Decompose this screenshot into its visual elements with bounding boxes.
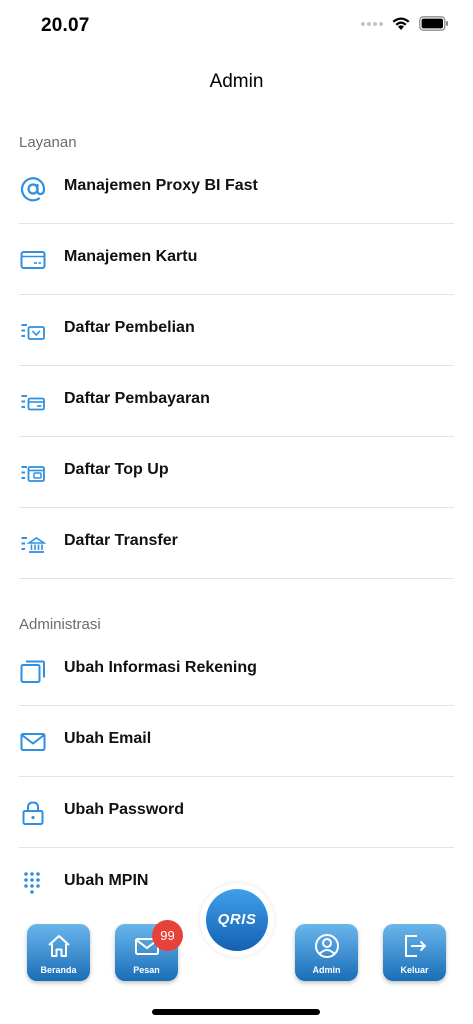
tab-label: Beranda xyxy=(40,965,77,975)
qris-button[interactable]: QRIS xyxy=(200,883,274,957)
menu-item-daftar-pembelian[interactable]: Daftar Pembelian xyxy=(0,295,454,366)
list-transfer-icon xyxy=(21,537,46,553)
menu-item-label: Daftar Top Up xyxy=(64,461,169,478)
menu-item-daftar-pembayaran[interactable]: Daftar Pembayaran xyxy=(0,366,454,437)
menu-item-label: Ubah MPIN xyxy=(64,872,149,889)
list-payment-icon xyxy=(21,395,45,411)
email-icon xyxy=(20,733,46,751)
keypad-icon xyxy=(24,872,40,894)
section-title-administrasi: Administrasi xyxy=(19,616,101,633)
logout-icon xyxy=(405,935,427,957)
at-icon xyxy=(20,177,46,202)
message-badge: 99 xyxy=(152,920,183,951)
list-purchase-icon xyxy=(21,324,45,340)
account-info-icon xyxy=(20,660,45,683)
menu-item-ubah-informasi-rekening[interactable]: Ubah Informasi Rekening xyxy=(0,635,454,706)
menu-item-label: Daftar Pembayaran xyxy=(64,390,210,407)
tab-keluar[interactable]: Keluar xyxy=(383,924,446,981)
status-icons xyxy=(361,16,449,31)
tab-admin[interactable]: Admin xyxy=(295,924,358,981)
menu-item-label: Manajemen Proxy BI Fast xyxy=(64,177,258,194)
lock-icon xyxy=(22,801,44,825)
tab-label: Pesan xyxy=(133,965,160,975)
menu-item-daftar-top-up[interactable]: Daftar Top Up xyxy=(0,437,454,508)
home-icon xyxy=(48,935,70,957)
list-topup-icon xyxy=(21,466,45,482)
status-time: 20.07 xyxy=(41,15,90,36)
section-title-layanan: Layanan xyxy=(19,134,77,151)
qris-circle: QRIS xyxy=(206,889,268,951)
qris-logo: QRIS xyxy=(217,911,257,928)
card-icon xyxy=(20,251,46,269)
menu-item-label: Daftar Pembelian xyxy=(64,319,195,336)
divider xyxy=(19,578,454,579)
status-bar: 20.07 xyxy=(0,0,473,50)
page-title: Admin xyxy=(209,71,264,92)
battery-icon xyxy=(419,16,448,31)
menu-item-label: Ubah Informasi Rekening xyxy=(64,659,257,676)
user-icon xyxy=(315,934,339,958)
tab-beranda[interactable]: Beranda xyxy=(27,924,90,981)
menu-item-label: Daftar Transfer xyxy=(64,532,178,549)
menu-item-ubah-email[interactable]: Ubah Email xyxy=(0,706,454,777)
menu-item-daftar-transfer[interactable]: Daftar Transfer xyxy=(0,508,454,579)
menu-item-manajemen-kartu[interactable]: Manajemen Kartu xyxy=(0,224,454,295)
home-indicator xyxy=(152,1009,320,1015)
tab-label: Admin xyxy=(312,965,341,975)
menu-item-proxy-bi-fast[interactable]: Manajemen Proxy BI Fast xyxy=(0,153,454,224)
signal-icon xyxy=(361,21,383,26)
wifi-icon xyxy=(392,17,410,30)
menu-item-label: Manajemen Kartu xyxy=(64,248,198,265)
menu-item-label: Ubah Password xyxy=(64,801,185,818)
menu-item-label: Ubah Email xyxy=(64,730,152,747)
menu-item-ubah-password[interactable]: Ubah Password xyxy=(0,777,454,848)
tab-label: Keluar xyxy=(400,965,429,975)
